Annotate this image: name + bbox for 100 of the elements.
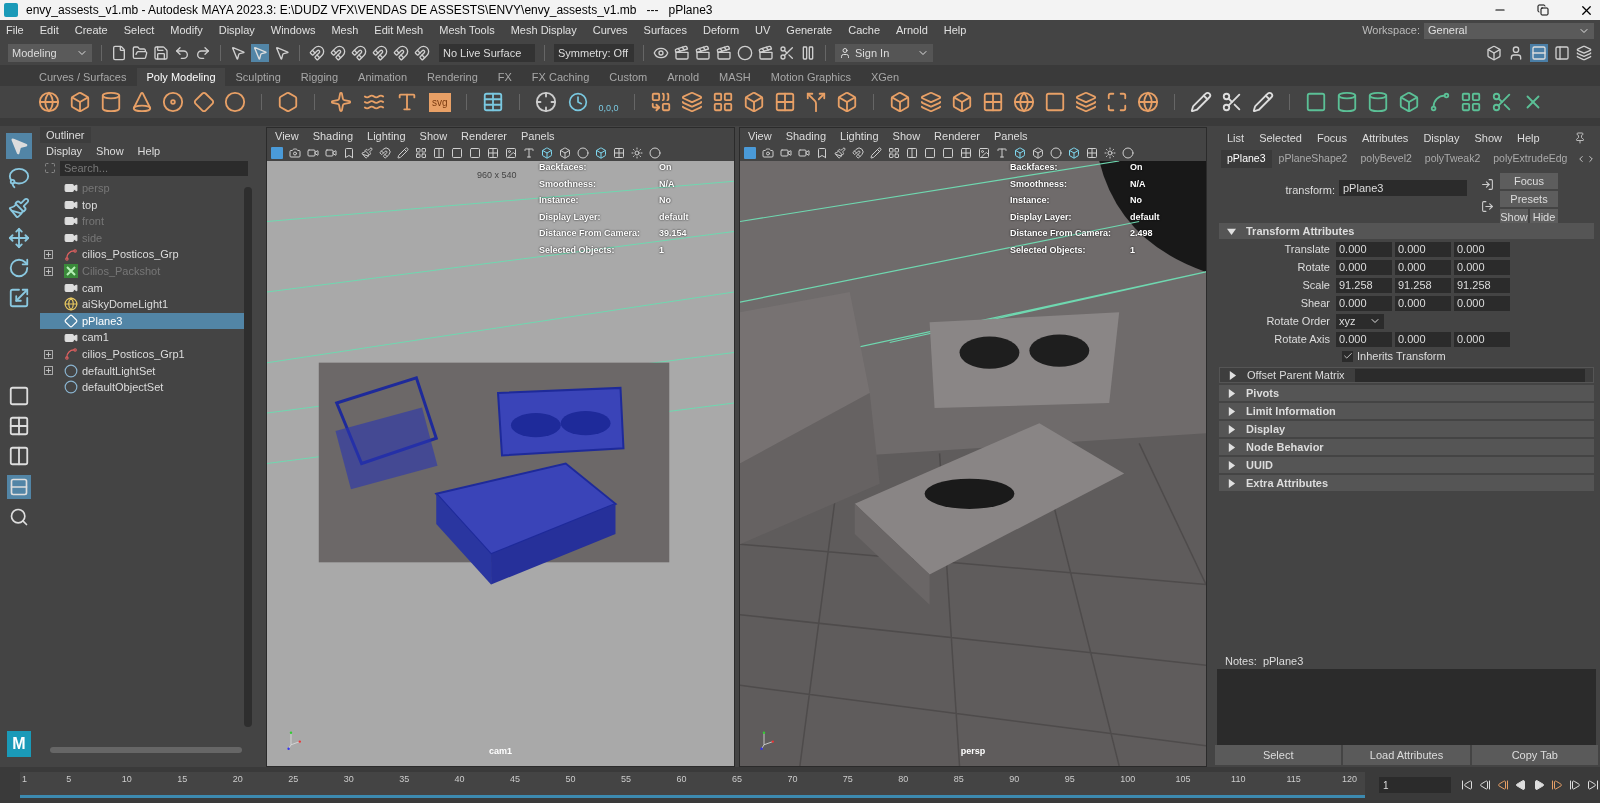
light-icon[interactable] (1104, 147, 1116, 159)
combine-icon[interactable] (649, 91, 672, 113)
layers-icon[interactable] (919, 91, 942, 113)
checkbox[interactable] (1342, 350, 1353, 362)
menu-item[interactable]: Curves (592, 22, 628, 39)
step-forward-icon[interactable] (1569, 779, 1581, 791)
sphere-icon[interactable] (38, 91, 60, 113)
clapperboard-icon[interactable] (716, 45, 732, 61)
camera-icon[interactable] (780, 147, 792, 159)
svg-tool-button[interactable]: svg (429, 92, 451, 112)
grid-icon[interactable] (487, 147, 499, 159)
pencil-icon[interactable] (870, 147, 882, 159)
paintbrush-icon[interactable] (8, 197, 30, 219)
restore-icon[interactable] (1537, 4, 1549, 16)
sparkle-icon[interactable] (330, 91, 352, 113)
outliner-item[interactable]: aiSkyDomeLight1 (40, 296, 244, 313)
table-icon[interactable] (481, 91, 504, 113)
menu-item[interactable]: Arnold (896, 22, 928, 39)
cube-icon[interactable] (541, 147, 553, 159)
cylinder-icon[interactable] (1366, 91, 1389, 113)
viewport-menu-item[interactable]: Shading (312, 128, 354, 145)
menu-item[interactable]: Mesh Tools (439, 22, 495, 39)
viewport-menu-item[interactable]: Lighting (840, 128, 879, 145)
attribute-field[interactable]: 0.000 (1395, 295, 1451, 311)
node-tab[interactable]: pPlaneShape2 (1272, 150, 1354, 168)
expand-icon[interactable] (44, 349, 53, 359)
cube-icon[interactable] (950, 91, 973, 113)
expand-icon[interactable] (44, 266, 53, 276)
outliner-menu-item[interactable]: Show (96, 142, 124, 160)
section-header[interactable]: Node Behavior (1219, 439, 1594, 455)
output-icon[interactable] (1481, 200, 1494, 213)
attribute-field[interactable]: 0.000 (1336, 295, 1392, 311)
layers-icon[interactable] (1074, 91, 1097, 113)
menu-item[interactable]: Surfaces (643, 22, 687, 39)
scissors-icon[interactable] (1490, 91, 1513, 113)
menu-item[interactable]: File (6, 22, 24, 39)
square-icon[interactable] (469, 147, 481, 159)
horizontal-scrollbar[interactable] (50, 747, 242, 753)
shelf-tab[interactable]: Motion Graphics (761, 68, 860, 86)
previous-key-icon[interactable] (1497, 779, 1509, 791)
viewport-menu-item[interactable]: Lighting (367, 128, 406, 145)
footer-button[interactable]: Copy Tab (1471, 745, 1598, 765)
mode-dropdown[interactable]: Modeling (8, 44, 92, 62)
circle-icon[interactable] (649, 147, 661, 159)
shelf-tab[interactable]: Animation (349, 68, 416, 86)
square-icon[interactable] (1304, 91, 1327, 113)
oval-icon[interactable] (224, 91, 246, 113)
move-icon[interactable] (8, 227, 30, 249)
image-icon[interactable] (978, 147, 990, 159)
scale-icon[interactable] (8, 287, 30, 309)
square-icon[interactable] (1043, 91, 1066, 113)
menu-item[interactable]: UV (755, 22, 771, 39)
play-backwards-icon[interactable] (1515, 779, 1527, 791)
magnet-icon[interactable] (309, 45, 325, 61)
menu-item[interactable]: Edit (39, 22, 59, 39)
menu-item[interactable]: Mesh (331, 22, 359, 39)
camera-icon[interactable] (307, 147, 319, 159)
matrix-field[interactable] (1354, 368, 1585, 382)
scissors-icon[interactable] (1220, 91, 1243, 113)
menu-item[interactable]: Edit Mesh (374, 22, 424, 39)
filter-icon[interactable] (44, 162, 56, 174)
section-header[interactable]: Pivots (1219, 385, 1594, 401)
shelf-tab[interactable]: Rendering (418, 68, 487, 86)
cube-icon[interactable] (559, 147, 571, 159)
outliner-item[interactable]: pPlane3 (40, 312, 244, 330)
pause-icon[interactable] (800, 45, 816, 61)
cube-icon[interactable] (888, 91, 911, 113)
shelf-tab[interactable]: FX (488, 68, 521, 86)
shelf-tab[interactable]: Rigging (291, 68, 348, 86)
list-icon[interactable] (1530, 44, 1548, 62)
shelf-tab[interactable]: Custom (600, 68, 657, 86)
camera-icon[interactable] (289, 147, 301, 159)
camera-icon[interactable] (798, 147, 810, 159)
attribute-field[interactable]: 0.000 (1395, 241, 1451, 257)
presets-button[interactable]: Presets (1500, 191, 1558, 207)
magnet-icon[interactable] (330, 45, 346, 61)
viewport-menu-item[interactable]: Renderer (461, 128, 507, 145)
crosshair-icon[interactable] (534, 91, 557, 113)
magnet-icon[interactable] (414, 45, 430, 61)
magnet-icon[interactable] (379, 147, 391, 159)
magnet-icon[interactable] (372, 45, 388, 61)
redo-icon[interactable] (195, 45, 211, 61)
outliner-item[interactable]: cam (40, 279, 244, 297)
shelf-tab[interactable]: Sculpting (226, 68, 290, 86)
four-pane-icon[interactable] (8, 415, 30, 437)
attribute-menu-item[interactable]: List (1227, 129, 1245, 147)
menu-item[interactable]: Help (943, 22, 967, 39)
outliner-item[interactable]: defaultObjectSet (40, 379, 244, 396)
checker-icon[interactable] (613, 147, 625, 159)
next-key-icon[interactable] (1551, 779, 1563, 791)
diamond-icon[interactable] (193, 91, 215, 113)
eye-icon[interactable] (653, 45, 669, 61)
menu-item[interactable]: Windows (270, 22, 316, 39)
scroll-right-icon[interactable] (1586, 154, 1596, 164)
split-icon[interactable] (804, 91, 827, 113)
outliner-item[interactable]: defaultLightSet (40, 362, 244, 380)
sphere-icon[interactable] (1012, 91, 1035, 113)
text-icon[interactable] (523, 147, 535, 159)
workspace-dropdown[interactable]: General (1424, 22, 1594, 39)
menu-item[interactable]: Cache (848, 22, 880, 39)
